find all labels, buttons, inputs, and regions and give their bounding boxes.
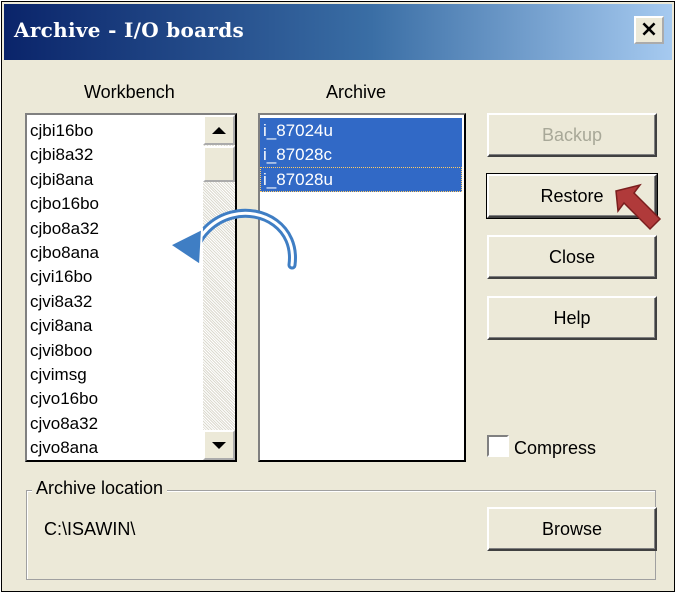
archive-list-item[interactable]: i_87028c — [260, 142, 462, 168]
workbench-list-item[interactable]: cjvimsg — [27, 362, 201, 387]
close-button-label: Close — [548, 247, 596, 267]
restore-button-label: Restore — [540, 186, 604, 206]
browse-button-label: Browse — [541, 519, 603, 539]
archive-dialog: Archive - I/O boards × Workbench Archive… — [1, 1, 675, 592]
workbench-label: Workbench — [84, 82, 175, 102]
archive-list-item[interactable]: i_87024u — [260, 118, 462, 143]
workbench-list-item[interactable]: cjvi8boo — [27, 338, 201, 363]
backup-button[interactable]: Backup — [487, 113, 657, 157]
archive-list-item[interactable]: i_87028u — [260, 166, 462, 192]
browse-button[interactable]: Browse — [487, 507, 657, 551]
help-button-label: Help — [553, 308, 591, 328]
workbench-list-item[interactable]: cjbi16bo — [27, 118, 201, 143]
scroll-thumb[interactable] — [203, 146, 235, 182]
archive-label: Archive — [326, 82, 387, 102]
backup-button-label: Backup — [541, 125, 603, 145]
curved-arrow-icon — [168, 208, 297, 270]
archive-location-legend: Archive location — [32, 478, 168, 499]
compress-checkbox[interactable] — [487, 435, 509, 457]
window-title: Archive - I/O boards — [14, 18, 245, 42]
pointer-arrow-icon — [615, 183, 662, 231]
workbench-list-item[interactable]: cjbi8ana — [27, 167, 201, 192]
scroll-down-icon — [212, 441, 226, 449]
close-window-button[interactable]: × — [634, 16, 664, 44]
archive-location-path: C:\ISAWIN\ — [44, 519, 136, 539]
workbench-list-item[interactable]: cjvi8ana — [27, 313, 201, 338]
scroll-up-icon — [212, 126, 226, 134]
archive-list[interactable]: i_87024u i_87028c i_87028u — [258, 113, 466, 462]
workbench-list-item[interactable]: cjvi8a32 — [27, 289, 201, 314]
workbench-scrollbar[interactable] — [203, 115, 235, 460]
close-button[interactable]: Close — [487, 235, 657, 279]
workbench-list-item[interactable]: cjbi8a32 — [27, 142, 201, 167]
workbench-list-item[interactable]: cjvo8a32 — [27, 411, 201, 436]
workbench-list-item[interactable]: cjvo16bo — [27, 386, 201, 411]
workbench-list[interactable]: cjbi16bo cjbi8a32 cjbi8ana cjbo16bo cjbo8a32… — [25, 113, 237, 462]
compress-label: Compress — [514, 438, 597, 458]
title-bar: Archive - I/O boards × — [4, 4, 672, 60]
help-button[interactable]: Help — [487, 296, 657, 340]
scroll-down-button[interactable] — [203, 430, 235, 460]
scroll-up-button[interactable] — [203, 115, 235, 145]
workbench-list-item[interactable]: cjvo8ana — [27, 435, 201, 460]
